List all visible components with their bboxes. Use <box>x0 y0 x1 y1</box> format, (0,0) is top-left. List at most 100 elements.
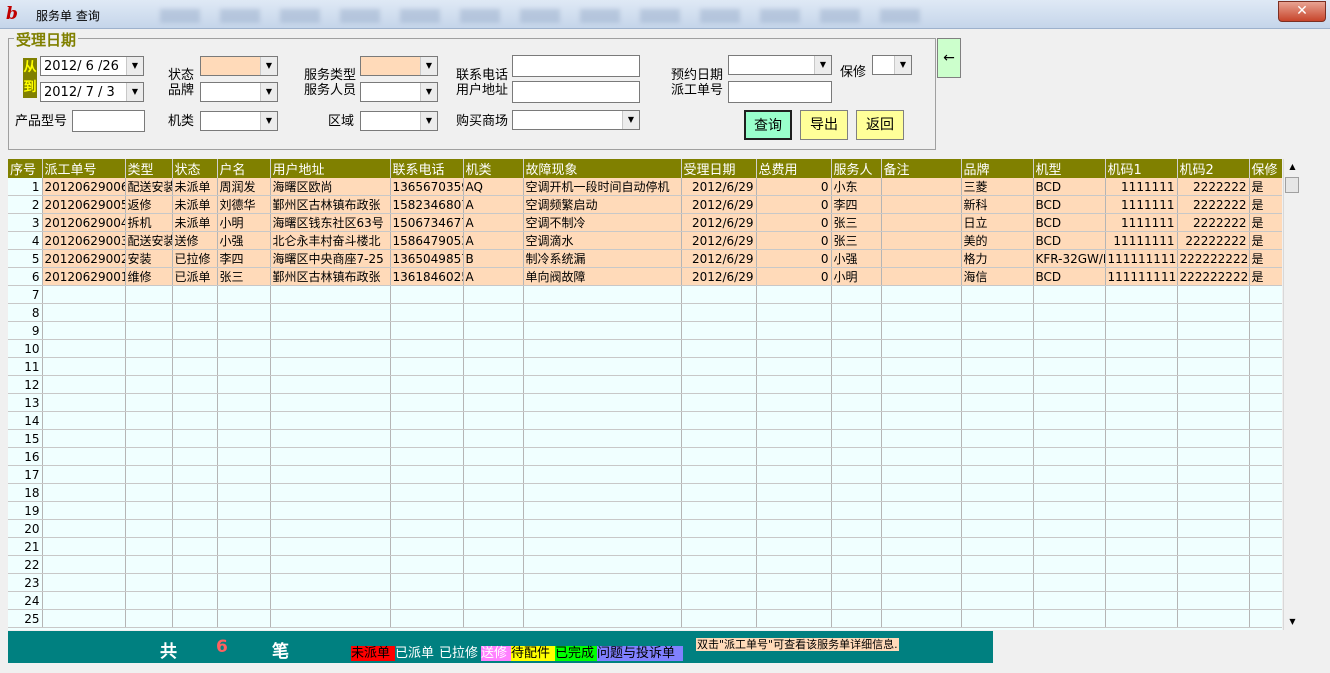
table-cell <box>523 555 682 574</box>
column-header[interactable]: 序号 <box>8 159 43 178</box>
table-cell: 海曙区钱东社区63号 <box>270 213 391 232</box>
dropdown-arrow-icon[interactable]: ▼ <box>814 56 831 74</box>
table-row[interactable]: 220120629005返修未派单刘德华鄞州区古林镇布政张15823468075… <box>8 195 1282 214</box>
table-cell <box>1033 357 1106 376</box>
row-number: 24 <box>8 591 43 610</box>
dropdown-arrow-icon[interactable]: ▼ <box>420 83 437 101</box>
column-header[interactable]: 机码2 <box>1177 159 1250 178</box>
column-header[interactable]: 服务人 <box>831 159 882 178</box>
table-cell: 美的 <box>961 231 1034 250</box>
column-header[interactable]: 联系电话 <box>390 159 464 178</box>
table-cell <box>172 357 218 376</box>
column-header[interactable]: 保修 <box>1249 159 1282 178</box>
table-cell <box>756 447 832 466</box>
export-button[interactable]: 导出 <box>800 110 848 140</box>
scroll-thumb[interactable] <box>1285 177 1299 193</box>
vertical-scrollbar[interactable]: ▲ ▼ <box>1283 159 1301 630</box>
column-header[interactable]: 机型 <box>1033 159 1106 178</box>
table-cell: 海曙区中央商座7-25 <box>270 249 391 268</box>
table-cell: 海曙区欧尚 <box>270 178 391 196</box>
column-header[interactable]: 机码1 <box>1105 159 1178 178</box>
column-header[interactable]: 备注 <box>881 159 962 178</box>
table-row[interactable]: 620120629001维修已派单张三鄞州区古林镇布政张13618460258A… <box>8 267 1282 286</box>
dropdown-arrow-icon[interactable]: ▼ <box>260 112 277 130</box>
dropdown-arrow-icon[interactable]: ▼ <box>894 56 911 74</box>
date-to-picker[interactable]: 2012/ 7 / 3 ▼ <box>40 82 144 102</box>
brand-select[interactable]: ▼ <box>200 82 278 102</box>
column-header[interactable]: 品牌 <box>961 159 1034 178</box>
dropdown-arrow-icon[interactable]: ▼ <box>622 111 639 129</box>
row-number: 20 <box>8 519 43 538</box>
region-select[interactable]: ▼ <box>360 111 438 131</box>
table-cell: 0 <box>756 231 832 250</box>
address-input[interactable] <box>512 81 640 103</box>
table-cell: 2 <box>8 195 43 214</box>
table-row[interactable]: 520120629002安装已拉修李四海曙区中央商座7-251365049857… <box>8 249 1282 268</box>
table-cell: 0 <box>756 267 832 286</box>
service-person-select[interactable]: ▼ <box>360 82 438 102</box>
column-header[interactable]: 总费用 <box>756 159 832 178</box>
table-cell <box>1105 591 1178 610</box>
empty-table-row: 10 <box>8 339 1282 358</box>
column-header[interactable]: 机类 <box>463 159 524 178</box>
column-header[interactable]: 类型 <box>125 159 173 178</box>
results-table: 序号 派工单号 类型 状态 户名 用户地址 联系电话 机类 故障现象 受理日期 总费用 服务人 备注 品牌… <box>8 159 1282 628</box>
table-cell: 海信 <box>961 267 1034 286</box>
empty-table-row: 22 <box>8 555 1282 574</box>
mall-select[interactable]: ▼ <box>512 110 640 130</box>
table-row[interactable]: 320120629004拆机未派单小明海曙区钱东社区63号15067346778… <box>8 213 1282 232</box>
table-cell[interactable]: 20120629003 <box>42 231 126 250</box>
query-button[interactable]: 查询 <box>744 110 792 140</box>
table-row[interactable]: 420120629003配送安装送修小强北仑永丰村奋斗楼北15864790535… <box>8 231 1282 250</box>
date-from-picker[interactable]: 2012/ 6 /26 ▼ <box>40 56 144 76</box>
back-button[interactable]: 返回 <box>856 110 904 140</box>
table-cell <box>831 483 882 502</box>
table-cell[interactable]: 20120629001 <box>42 267 126 286</box>
table-cell: 空调滴水 <box>523 231 682 250</box>
dropdown-arrow-icon[interactable]: ▼ <box>260 57 277 75</box>
dropdown-arrow-icon[interactable]: ▼ <box>420 112 437 130</box>
dropdown-arrow-icon[interactable]: ▼ <box>126 57 143 75</box>
table-cell <box>523 393 682 412</box>
region-label: 区域 <box>328 114 355 129</box>
status-select[interactable]: ▼ <box>200 56 278 76</box>
table-cell: 13650498574 <box>390 249 464 268</box>
table-cell <box>756 573 832 592</box>
scroll-down-icon[interactable]: ▼ <box>1284 614 1301 630</box>
column-header[interactable]: 受理日期 <box>681 159 757 178</box>
service-type-select[interactable]: ▼ <box>360 56 438 76</box>
warranty-select[interactable]: ▼ <box>872 55 912 75</box>
product-model-input[interactable] <box>72 110 145 132</box>
appointment-date-picker[interactable]: ▼ <box>728 55 832 75</box>
table-row[interactable]: 120120629006配送安装未派单周润发海曙区欧尚13656703593AQ… <box>8 178 1282 196</box>
table-cell[interactable]: 20120629005 <box>42 195 126 214</box>
table-cell <box>42 555 126 574</box>
column-header[interactable]: 故障现象 <box>523 159 682 178</box>
table-cell <box>1105 519 1178 538</box>
table-cell[interactable]: 20120629002 <box>42 249 126 268</box>
table-cell <box>1105 339 1178 358</box>
table-cell <box>125 411 173 430</box>
column-header[interactable]: 派工单号 <box>42 159 126 178</box>
dropdown-arrow-icon[interactable]: ▼ <box>420 57 437 75</box>
dispatch-no-input[interactable] <box>728 81 832 103</box>
phone-input[interactable] <box>512 55 640 77</box>
close-button[interactable]: ✕ <box>1278 1 1326 22</box>
table-cell[interactable]: 20120629006 <box>42 178 126 196</box>
collapse-arrow-button[interactable]: ← <box>937 38 961 78</box>
dropdown-arrow-icon[interactable]: ▼ <box>126 83 143 101</box>
table-cell: 制冷系统漏 <box>523 249 682 268</box>
table-cell <box>831 555 882 574</box>
table-cell[interactable]: 20120629004 <box>42 213 126 232</box>
column-header[interactable]: 用户地址 <box>270 159 391 178</box>
scroll-up-icon[interactable]: ▲ <box>1284 159 1301 175</box>
category-select[interactable]: ▼ <box>200 111 278 131</box>
column-header[interactable]: 户名 <box>217 159 271 178</box>
column-header[interactable]: 状态 <box>172 159 218 178</box>
table-cell <box>270 393 391 412</box>
table-cell <box>463 393 524 412</box>
table-cell <box>172 321 218 340</box>
table-cell: 格力 <box>961 249 1034 268</box>
table-cell <box>1177 537 1250 556</box>
dropdown-arrow-icon[interactable]: ▼ <box>260 83 277 101</box>
